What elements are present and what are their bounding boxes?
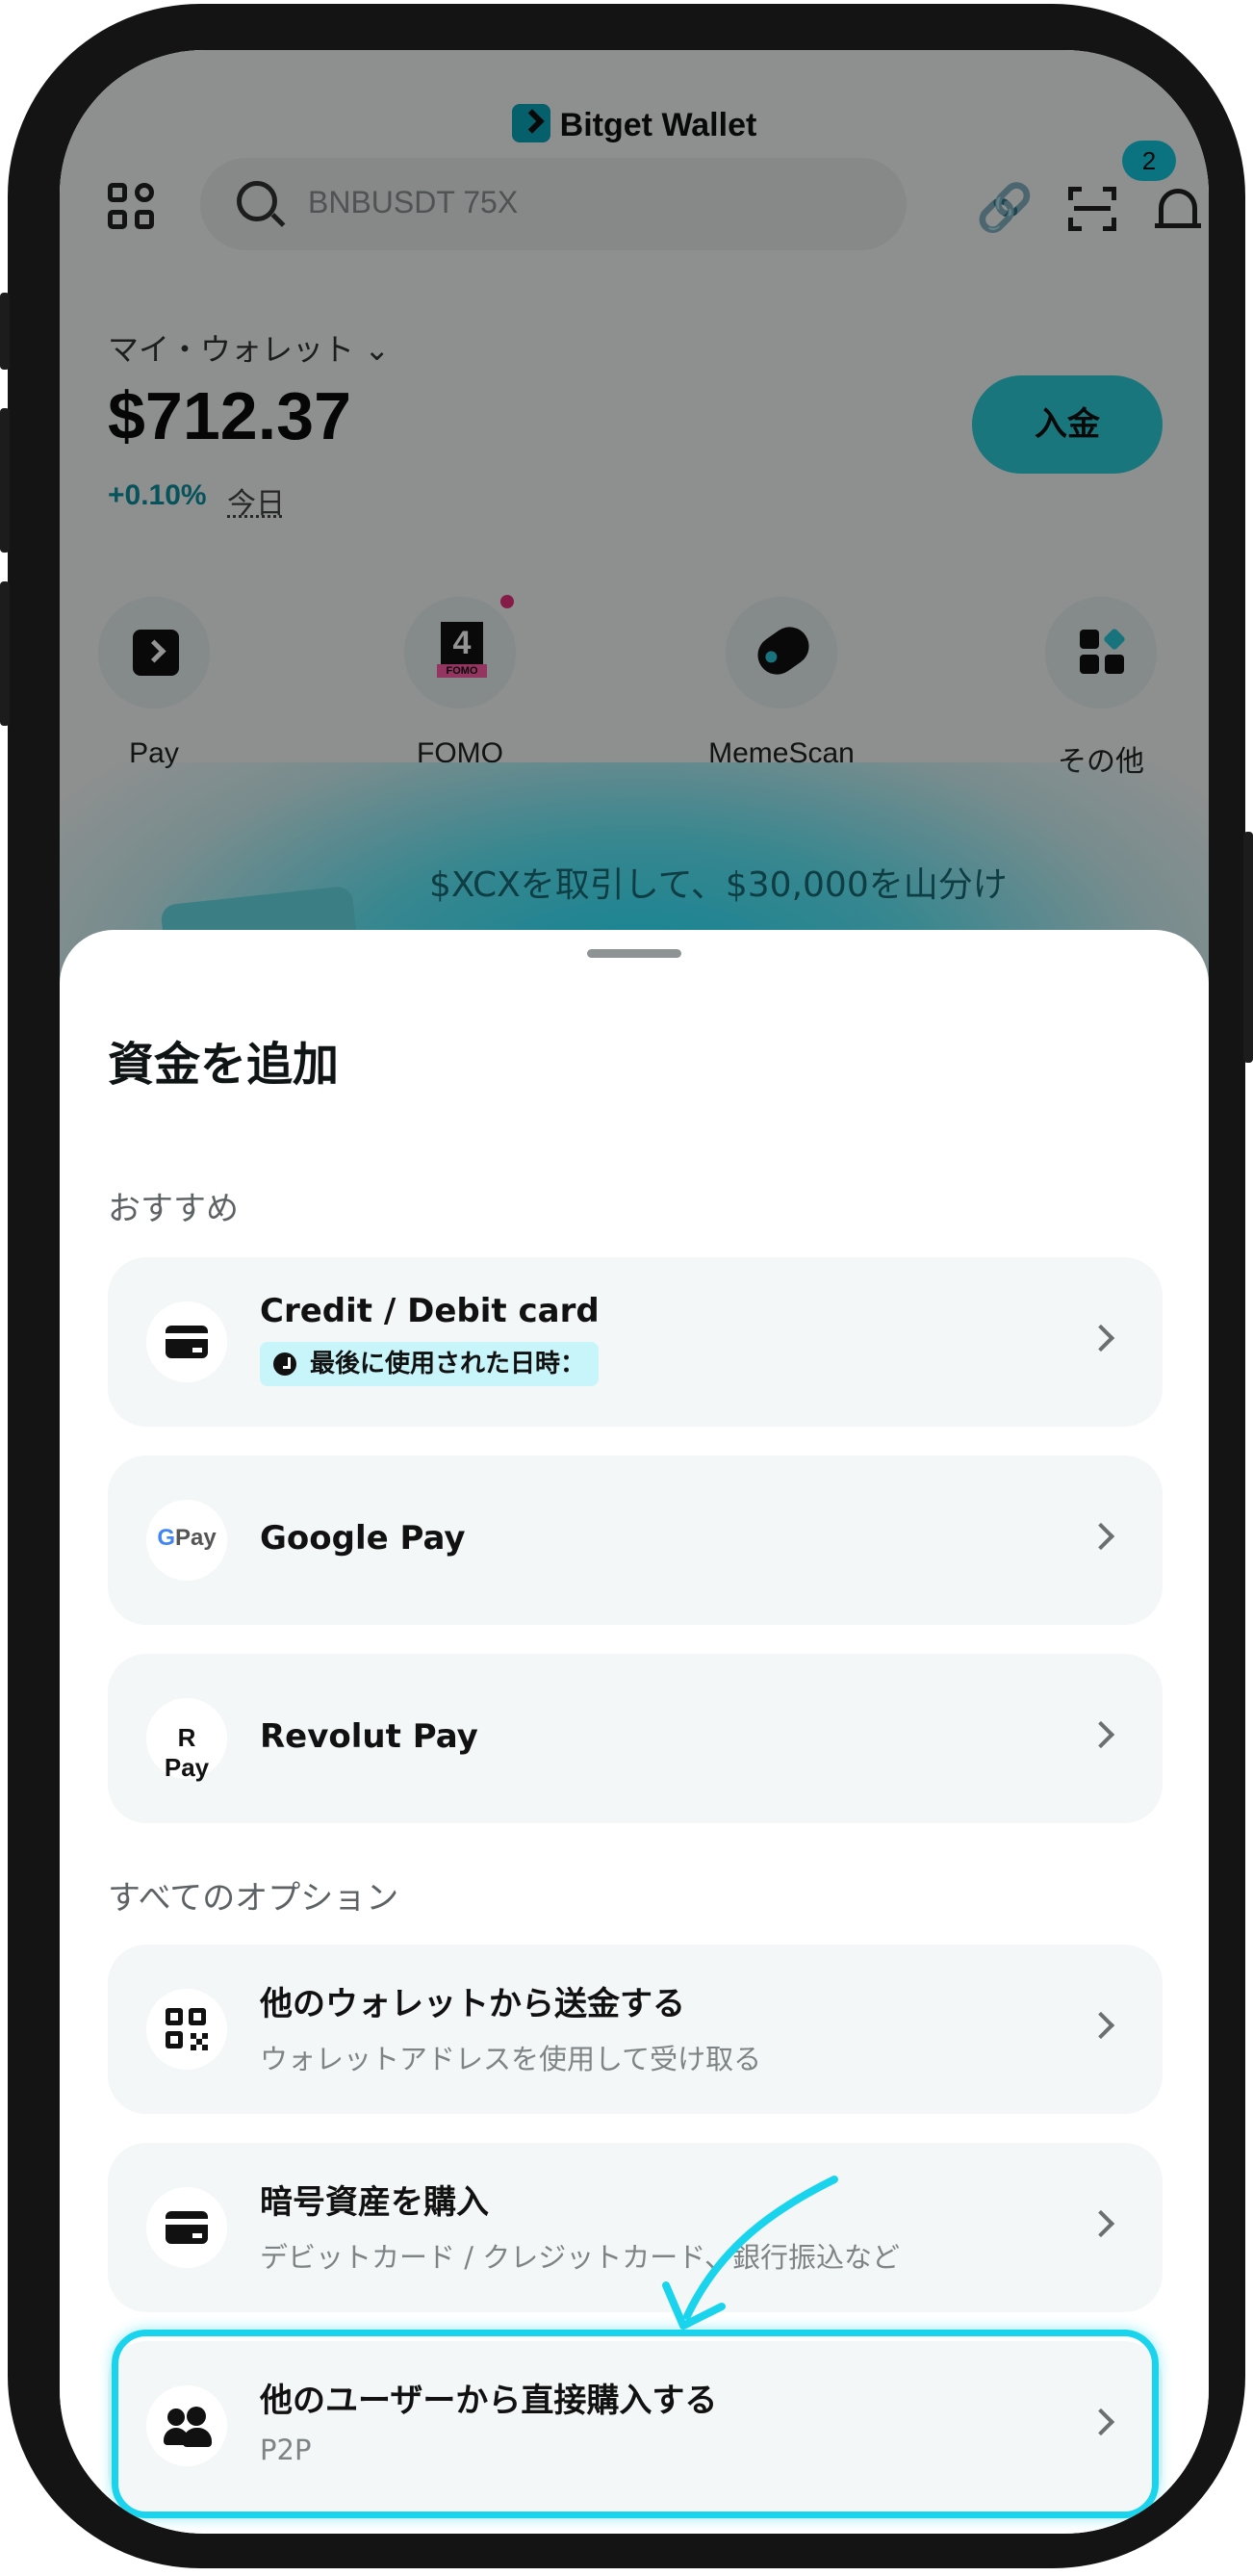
google-pay-icon: GPay [157, 1525, 217, 1551]
credit-card-icon [166, 1326, 208, 1358]
option-revolut-pay[interactable]: R Pay Revolut Pay [108, 1654, 1163, 1823]
side-button-volume-down [0, 581, 10, 726]
section-recommended: おすすめ [108, 1190, 239, 1228]
add-funds-sheet: 資金を追加 おすすめ Credit / Debit card 最後に使用された日… [60, 930, 1209, 2534]
option-title: 他のウォレットから送金する [260, 1985, 685, 2023]
chevron-right-icon [1087, 2209, 1115, 2238]
phone-frame: Bitget Wallet BNBUSDT 75X 🔗 2 マイ・ウォレット ⌄… [0, 4, 1253, 2568]
revolut-pay-icon: R Pay [164, 1723, 210, 1782]
section-all-options: すべてのオプション [108, 1879, 399, 1918]
side-button-volume-up [0, 408, 10, 553]
chevron-right-icon [1087, 2011, 1115, 2040]
sheet-title: 資金を追加 [108, 1038, 340, 1092]
side-button-mute [0, 293, 10, 370]
option-title: Revolut Pay [260, 1717, 478, 1756]
option-title: Credit / Debit card [260, 1292, 600, 1330]
option-credit-debit-card[interactable]: Credit / Debit card 最後に使用された日時： [108, 1257, 1163, 1427]
pointer-arrow-icon [662, 2176, 838, 2330]
option-title: Google Pay [260, 1519, 466, 1558]
chevron-right-icon [1087, 1324, 1115, 1352]
chevron-right-icon [1087, 1720, 1115, 1749]
last-used-tag: 最後に使用された日時： [260, 1342, 600, 1386]
option-title: 暗号資産を購入 [260, 2183, 489, 2222]
p2p-option-highlight [112, 2330, 1159, 2518]
card-icon [166, 2211, 208, 2244]
clock-icon [273, 1352, 296, 1376]
phone-screen: Bitget Wallet BNBUSDT 75X 🔗 2 マイ・ウォレット ⌄… [60, 50, 1209, 2534]
option-google-pay[interactable]: GPay Google Pay [108, 1455, 1163, 1625]
option-subtitle: ウォレットアドレスを使用して受け取る [260, 2043, 762, 2075]
side-button-power [1243, 832, 1253, 1063]
option-transfer-from-wallet[interactable]: 他のウォレットから送金する ウォレットアドレスを使用して受け取る [108, 1945, 1163, 2114]
sheet-drag-handle[interactable] [587, 949, 681, 958]
qr-code-icon [166, 2008, 208, 2050]
chevron-right-icon [1087, 1522, 1115, 1551]
